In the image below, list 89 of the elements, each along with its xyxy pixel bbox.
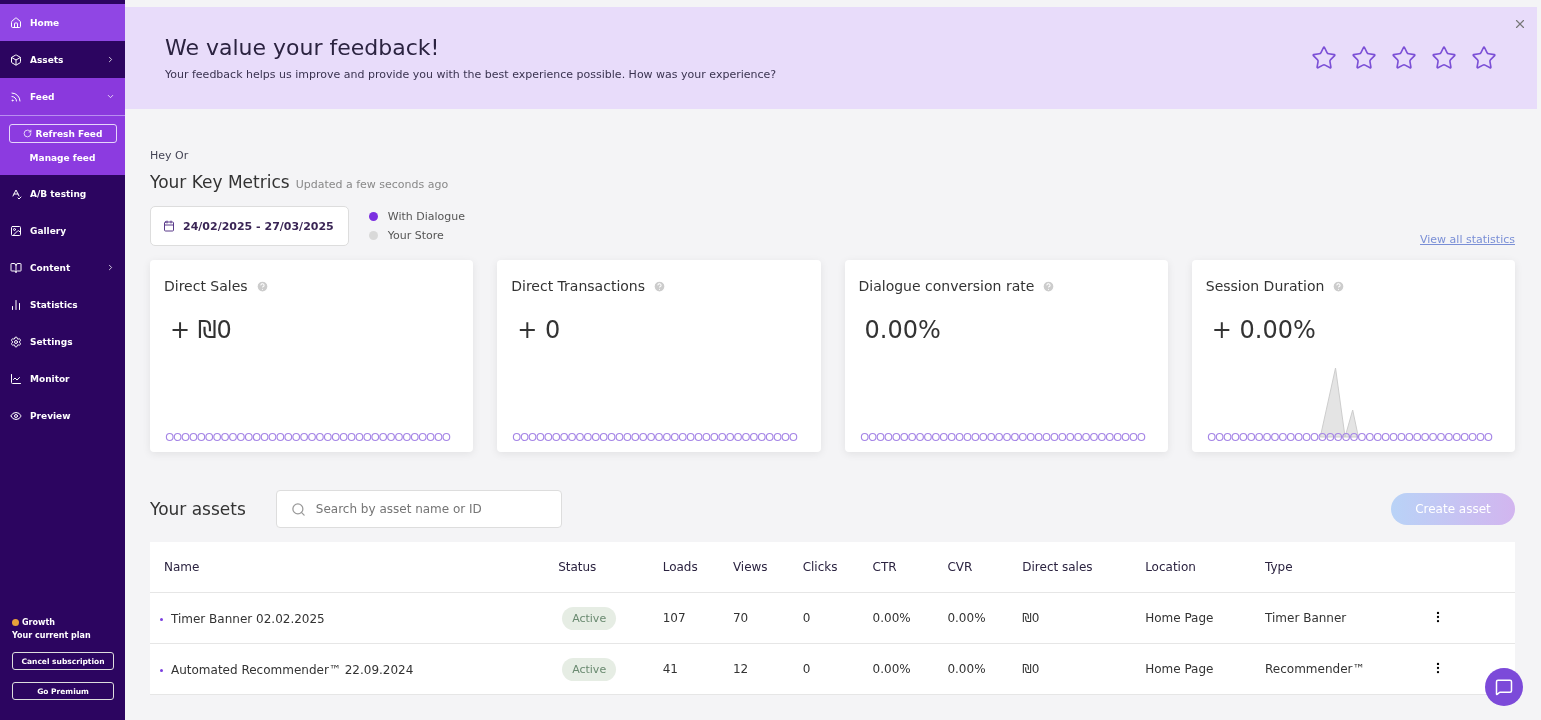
legend-label: With Dialogue [387,210,465,223]
feedback-title: We value your feedback! [165,35,441,60]
asset-name[interactable]: Timer Banner 02.02.2025 [160,612,325,627]
column-header: Views [726,542,797,593]
refresh-feed-button[interactable]: Refresh Feed [8,124,117,143]
star-icon[interactable] [1311,45,1337,71]
refresh-icon [22,129,32,138]
column-header: Status [552,542,657,593]
table-cell: Timer Banner [1259,592,1426,644]
table-cell: 70 [726,592,797,644]
plan-name: Growth [22,618,55,627]
close-icon [1513,17,1527,31]
star-icon[interactable] [1431,45,1457,71]
table-cell: 0 [796,592,867,644]
sidebar-item[interactable]: Monitor [0,360,125,397]
metric-title: Session Duration [1205,278,1325,294]
sidebar-item[interactable]: Assets [0,41,125,78]
line-chart-icon [10,372,22,385]
section-title: Your Key Metrics [150,172,290,192]
column-header: Direct sales [1016,542,1140,593]
ab-check-icon [10,187,22,200]
star-icon[interactable] [1351,45,1377,71]
date-range-picker[interactable]: 24/02/2025 - 27/03/2025 [150,206,349,246]
table-cell: ₪0 [1016,592,1140,644]
table-cell: ₪0 [1016,643,1140,695]
greeting: Hey Or [150,149,190,162]
sidebar-item[interactable]: Home [0,4,125,41]
updated-text: Updated a few seconds ago [295,178,449,191]
plan-caption: Your current plan [12,631,92,640]
status-badge: Active [562,606,617,630]
metric-value: + ₪0 [170,316,233,344]
metric-title: Dialogue conversion rate [858,278,1035,294]
book-icon [10,261,22,274]
column-header: Location [1139,542,1260,593]
table-cell: Home Page [1139,643,1260,695]
calendar-icon [163,220,175,232]
column-header: Loads [656,542,727,593]
search-input[interactable]: Search by asset name or ID [313,501,547,517]
sidebar-item[interactable]: Statistics [0,286,125,323]
table-cell: Home Page [1139,592,1260,644]
status-badge: Active [562,657,617,681]
cube-icon [10,53,22,66]
chevron-down-icon [106,92,115,101]
table-cell: 12 [726,643,797,695]
sidebar-item[interactable]: Preview [0,397,125,434]
column-header: CTR [866,542,942,593]
metric-value: + 0.00% [1211,316,1317,344]
sidebar-item[interactable]: A/B testing [0,175,125,212]
search-field[interactable]: Search by asset name or ID [275,490,562,528]
chevron-right-icon [106,263,115,272]
sidebar-item[interactable]: Settings [0,323,125,360]
star-rating[interactable] [1311,45,1497,71]
eye-icon [10,409,22,422]
table-cell: 0.00% [941,592,1017,644]
metric-title: Direct Sales [164,278,248,294]
image-icon [10,224,22,237]
star-icon[interactable] [1391,45,1417,71]
section-title: Your assets [150,499,246,519]
plan-icon [12,619,19,626]
table-cell: 0.00% [866,592,942,644]
column-header: Name [150,542,553,593]
legend-label: Your Store [387,229,444,242]
table-cell: 0 [796,643,867,695]
chat-button[interactable] [1485,668,1523,706]
sidebar-item[interactable]: Content [0,249,125,286]
star-icon[interactable] [1471,45,1497,71]
asset-name[interactable]: Automated Recommender™ 22.09.2024 [160,663,414,678]
chevron-right-icon [106,55,115,64]
feedback-text: Your feedback helps us improve and provide you with the best experience possible. How was your experience? [165,68,778,81]
column-header: Type [1259,542,1426,593]
metric-title: Direct Transactions [511,278,645,294]
rss-icon [10,90,22,103]
metric-value: 0.00% [864,316,942,344]
chat-icon [1495,678,1513,696]
search-icon [290,501,306,517]
sidebar-item[interactable]: Gallery [0,212,125,249]
column-header: CVR [941,542,1017,593]
table-cell: Recommender™ [1259,643,1426,695]
sidebar-item[interactable]: Feed [0,78,125,115]
column-header: Clicks [796,542,867,593]
settings-icon [10,335,22,348]
table-cell: 0.00% [941,643,1017,695]
bar-chart-icon [10,298,22,311]
table-cell: 0.00% [866,643,942,695]
home-icon [10,16,22,29]
table-cell: 107 [656,592,727,644]
metric-value: + 0 [517,316,562,344]
table-cell: 41 [656,643,727,695]
sidebar-subitem[interactable]: Manage feed [29,153,96,169]
